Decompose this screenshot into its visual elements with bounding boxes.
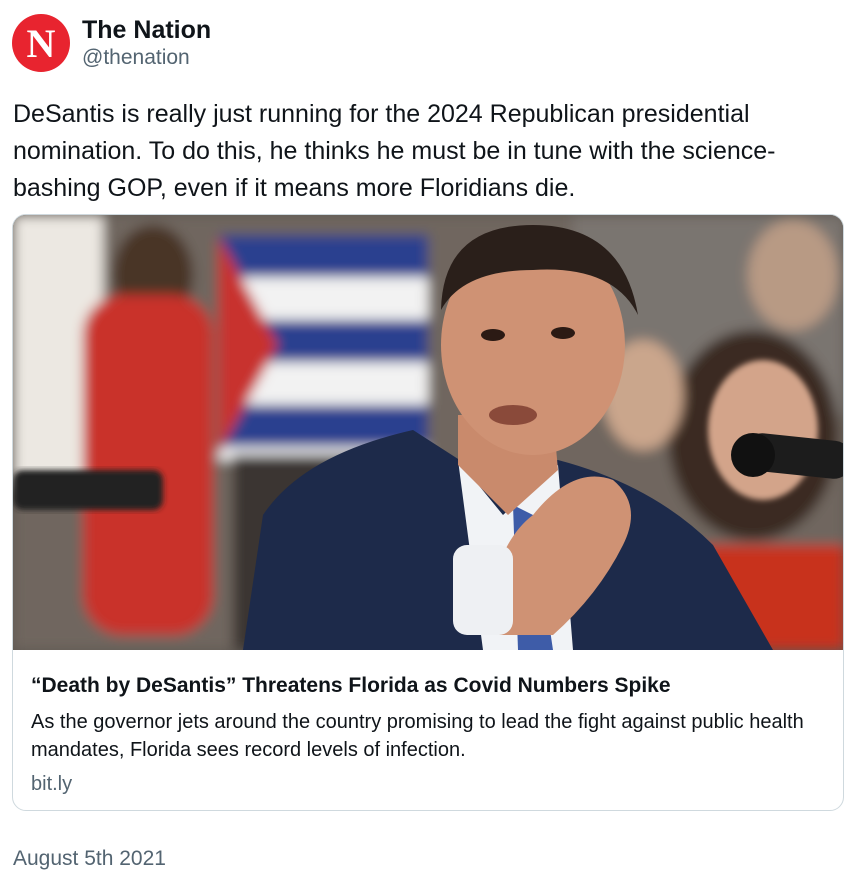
tweet-text: DeSantis is really just running for the …	[13, 100, 776, 202]
card-description: As the governor jets around the country …	[31, 711, 804, 761]
card-title[interactable]: “Death by DeSantis” Threatens Florida as…	[31, 672, 825, 700]
author-names: The Nation @thenation	[82, 15, 211, 71]
tweet-timestamp[interactable]: August 5th 2021	[13, 846, 166, 872]
avatar-logo-letter: N	[26, 21, 56, 66]
author-display-name[interactable]: The Nation	[82, 15, 211, 45]
card-body: “Death by DeSantis” Threatens Florida as…	[13, 650, 843, 798]
card-image[interactable]	[13, 215, 843, 650]
link-card[interactable]: “Death by DeSantis” Threatens Florida as…	[12, 214, 844, 811]
author-handle[interactable]: @thenation	[82, 45, 211, 71]
card-domain[interactable]: bit.ly	[31, 770, 825, 798]
tweet-header: N The Nation @thenation	[12, 14, 211, 72]
avatar[interactable]: N	[12, 14, 70, 72]
